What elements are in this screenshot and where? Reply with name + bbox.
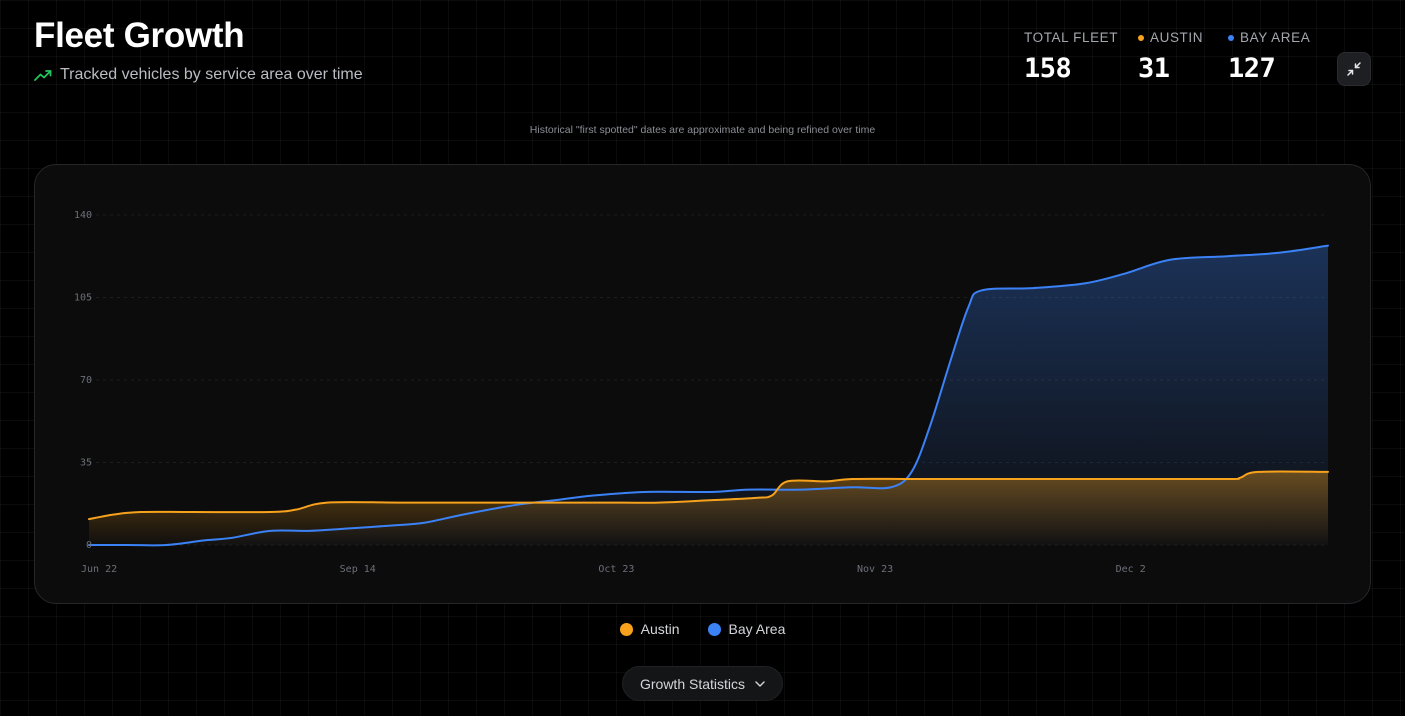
growth-statistics-button[interactable]: Growth Statistics — [622, 666, 783, 701]
stat-total-fleet-label: TOTAL FLEET — [1024, 30, 1119, 45]
chart-legend: Austin Bay Area — [0, 621, 1405, 637]
legend-item-bay-area[interactable]: Bay Area — [707, 621, 786, 637]
stat-total-fleet: TOTAL FLEET 158 — [1024, 30, 1118, 84]
x-tick-label: Sep 14 — [340, 564, 376, 575]
x-tick-label: Dec 2 — [1116, 564, 1146, 575]
trending-up-icon — [34, 68, 52, 82]
stat-bay-area-value: 127 — [1228, 53, 1276, 84]
x-tick-label: Jun 22 — [81, 564, 117, 575]
y-tick-label: 0 — [86, 540, 92, 551]
stat-bay-area-label: BAY AREA — [1240, 30, 1311, 45]
stat-bay-area: BAY AREA 127 — [1228, 30, 1310, 84]
x-tick-label: Oct 23 — [598, 564, 634, 575]
stat-austin: AUSTIN 31 — [1138, 30, 1203, 84]
austin-dot-icon — [1138, 34, 1144, 41]
austin-legend-dot-icon — [619, 622, 633, 636]
stat-total-fleet-value: 158 — [1024, 53, 1072, 84]
y-tick-label: 70 — [80, 375, 92, 386]
page-title: Fleet Growth — [34, 16, 245, 55]
y-tick-label: 35 — [80, 458, 92, 469]
data-note: Historical "first spotted" dates are app… — [529, 124, 876, 136]
legend-label-austin: Austin — [640, 621, 680, 637]
collapse-button[interactable] — [1337, 52, 1371, 86]
y-tick-label: 105 — [74, 293, 92, 304]
stat-austin-label-row: AUSTIN — [1138, 30, 1203, 45]
legend-label-bay-area: Bay Area — [728, 621, 786, 637]
growth-statistics-label: Growth Statistics — [639, 675, 746, 692]
stat-austin-value: 31 — [1138, 53, 1170, 84]
bay-area-legend-dot-icon — [707, 622, 721, 636]
x-tick-label: Nov 23 — [857, 564, 893, 575]
legend-item-austin[interactable]: Austin — [619, 621, 680, 637]
stat-austin-label: AUSTIN — [1150, 30, 1204, 45]
subtitle: Tracked vehicles by service area over ti… — [34, 66, 363, 84]
chevron-down-icon — [755, 680, 765, 687]
bay-area-dot-icon — [1228, 34, 1234, 41]
chart-card: 0 35 70 105 140 Jun 22 Sep 14 Oct 23 Nov 23 Dec 2 — [34, 164, 1371, 604]
subtitle-text: Tracked vehicles by service area over ti… — [60, 66, 363, 83]
y-tick-label: 140 — [74, 210, 92, 221]
area-austin — [89, 471, 1328, 545]
stat-bay-area-label-row: BAY AREA — [1228, 30, 1310, 45]
fleet-growth-chart: 0 35 70 105 140 Jun 22 Sep 14 Oct 23 Nov 23 Dec 2 — [74, 210, 1329, 575]
collapse-icon — [1347, 62, 1361, 76]
